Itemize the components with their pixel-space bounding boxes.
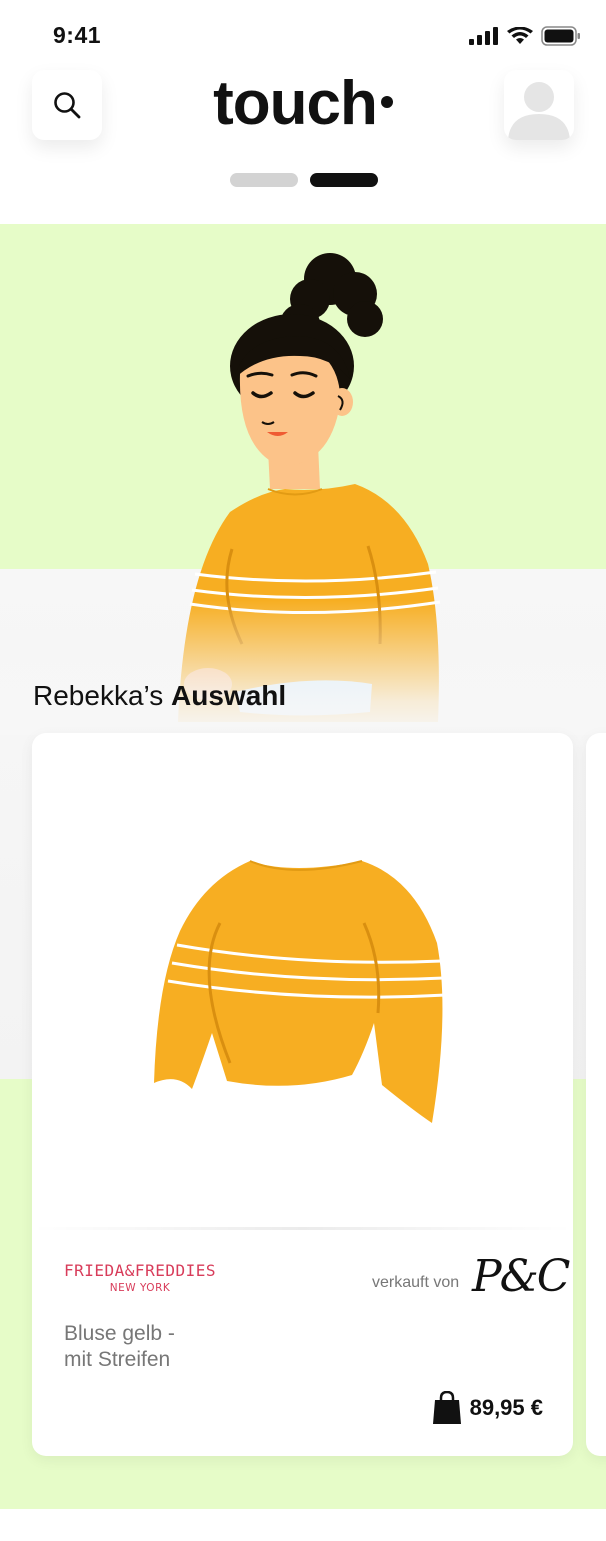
section-title-strong: Auswahl <box>171 680 287 711</box>
brand-logo: FRIEDA&FREDDIES NEW YORK <box>64 1261 216 1294</box>
product-price: 89,95 € <box>469 1395 543 1420</box>
signal-icon <box>469 27 498 45</box>
shopping-bag-icon[interactable] <box>432 1391 462 1425</box>
profile-button[interactable] <box>504 70 574 140</box>
wifi-icon <box>507 27 533 44</box>
next-product-card[interactable] <box>586 733 606 1456</box>
status-icons <box>469 26 581 46</box>
battery-icon <box>541 26 580 46</box>
brand-subtitle: NEW YORK <box>109 1282 171 1294</box>
logo-text: touch <box>213 69 378 138</box>
product-name-line-1: Bluse gelb - <box>64 1322 175 1345</box>
sold-by-label: verkauft von <box>372 1274 460 1291</box>
page-indicator <box>0 173 606 187</box>
section-title: Rebekka’s Auswahl <box>33 680 286 712</box>
bottom-area <box>0 1509 606 1541</box>
product-name: Bluse gelb - mit Streifen <box>64 1321 264 1373</box>
app-header: touch <box>0 60 606 220</box>
price-area[interactable]: 89,95 € <box>432 1391 543 1425</box>
section-owner: Rebekka’s <box>33 680 164 711</box>
card-divider <box>32 1227 573 1230</box>
illustration-fade <box>0 600 606 735</box>
product-card[interactable]: FRIEDA&FREDDIES NEW YORK verkauft von P&… <box>32 733 573 1456</box>
status-time: 9:41 <box>53 22 102 48</box>
brand-name: FRIEDA&FREDDIES <box>64 1261 216 1280</box>
page-dot-2[interactable] <box>310 173 378 187</box>
product-image <box>154 860 447 1123</box>
logo-dot <box>380 95 393 108</box>
product-name-line-2: mit Streifen <box>64 1348 171 1371</box>
avatar-icon <box>508 82 570 140</box>
page-dot-1[interactable] <box>230 173 298 187</box>
status-bar: 9:41 <box>0 0 606 60</box>
seller-logo: P&C <box>472 1251 570 1302</box>
